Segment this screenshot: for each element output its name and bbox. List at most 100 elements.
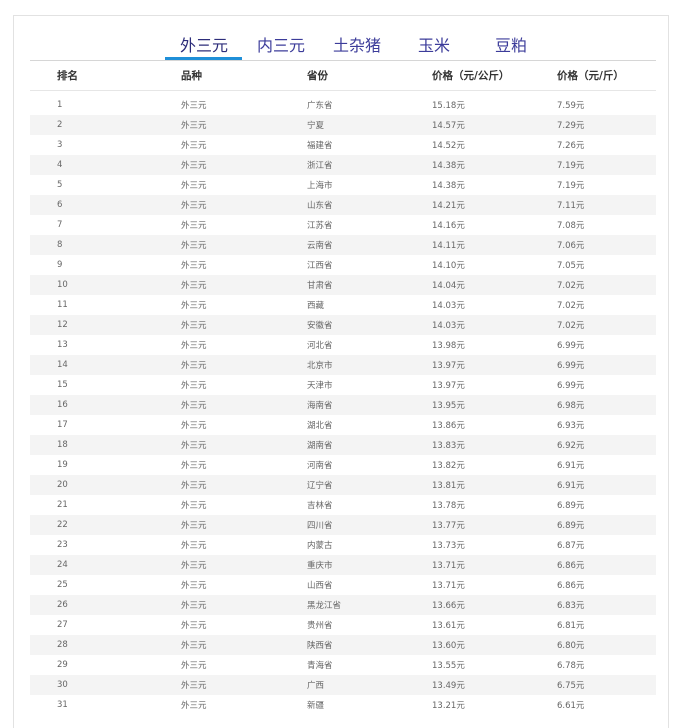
price-jin-cell: 6.91元 bbox=[557, 475, 656, 495]
table-row: 9 外三元 江西省 14.10元 7.05元 bbox=[30, 255, 656, 275]
rank-cell: 4 bbox=[30, 155, 181, 175]
province-cell: 湖南省 bbox=[307, 435, 432, 455]
header-price-per-kg: 价格（元/公斤） bbox=[432, 61, 557, 91]
variety-cell: 外三元 bbox=[181, 315, 307, 335]
table-row: 24 外三元 重庆市 13.71元 6.86元 bbox=[30, 555, 656, 575]
table-row: 27 外三元 贵州省 13.61元 6.81元 bbox=[30, 615, 656, 635]
variety-cell: 外三元 bbox=[181, 195, 307, 215]
table-row: 30 外三元 广西 13.49元 6.75元 bbox=[30, 675, 656, 695]
variety-cell: 外三元 bbox=[181, 415, 307, 435]
tab-wai-san-yuan[interactable]: 外三元 bbox=[180, 32, 228, 56]
rank-cell: 27 bbox=[30, 615, 181, 635]
price-jin-cell: 6.91元 bbox=[557, 455, 656, 475]
price-jin-cell: 7.19元 bbox=[557, 175, 656, 195]
variety-cell: 外三元 bbox=[181, 235, 307, 255]
province-cell: 河南省 bbox=[307, 455, 432, 475]
price-jin-cell: 6.89元 bbox=[557, 495, 656, 515]
province-cell: 海南省 bbox=[307, 395, 432, 415]
header-price-per-jin: 价格（元/斤） bbox=[557, 61, 656, 91]
price-kg-cell: 13.95元 bbox=[432, 395, 557, 415]
active-tab-indicator bbox=[165, 57, 242, 60]
rank-cell: 25 bbox=[30, 575, 181, 595]
price-kg-cell: 14.03元 bbox=[432, 295, 557, 315]
price-jin-cell: 6.98元 bbox=[557, 395, 656, 415]
rank-cell: 24 bbox=[30, 555, 181, 575]
variety-cell: 外三元 bbox=[181, 435, 307, 455]
table-row: 31 外三元 新疆 13.21元 6.61元 bbox=[30, 695, 656, 715]
price-jin-cell: 7.26元 bbox=[557, 135, 656, 155]
price-kg-cell: 15.18元 bbox=[432, 95, 557, 115]
price-kg-cell: 14.57元 bbox=[432, 115, 557, 135]
price-jin-cell: 7.19元 bbox=[557, 155, 656, 175]
province-cell: 云南省 bbox=[307, 235, 432, 255]
variety-cell: 外三元 bbox=[181, 115, 307, 135]
province-cell: 浙江省 bbox=[307, 155, 432, 175]
province-cell: 陕西省 bbox=[307, 635, 432, 655]
table-row: 25 外三元 山西省 13.71元 6.86元 bbox=[30, 575, 656, 595]
price-jin-cell: 6.61元 bbox=[557, 695, 656, 715]
price-kg-cell: 14.03元 bbox=[432, 315, 557, 335]
province-cell: 内蒙古 bbox=[307, 535, 432, 555]
variety-cell: 外三元 bbox=[181, 615, 307, 635]
header-province: 省份 bbox=[307, 61, 432, 91]
price-jin-cell: 6.86元 bbox=[557, 555, 656, 575]
rank-cell: 19 bbox=[30, 455, 181, 475]
header-variety: 品种 bbox=[181, 61, 307, 91]
variety-cell: 外三元 bbox=[181, 675, 307, 695]
price-kg-cell: 13.73元 bbox=[432, 535, 557, 555]
table-row: 1 外三元 广东省 15.18元 7.59元 bbox=[30, 95, 656, 115]
rank-cell: 17 bbox=[30, 415, 181, 435]
price-kg-cell: 13.86元 bbox=[432, 415, 557, 435]
price-jin-cell: 6.93元 bbox=[557, 415, 656, 435]
rank-cell: 5 bbox=[30, 175, 181, 195]
table-row: 17 外三元 湖北省 13.86元 6.93元 bbox=[30, 415, 656, 435]
tab-yu-mi[interactable]: 玉米 bbox=[418, 32, 450, 56]
province-cell: 贵州省 bbox=[307, 615, 432, 635]
province-cell: 四川省 bbox=[307, 515, 432, 535]
table-row: 10 外三元 甘肃省 14.04元 7.02元 bbox=[30, 275, 656, 295]
table-row: 6 外三元 山东省 14.21元 7.11元 bbox=[30, 195, 656, 215]
tab-dou-po[interactable]: 豆粕 bbox=[495, 32, 527, 56]
variety-cell: 外三元 bbox=[181, 535, 307, 555]
price-kg-cell: 14.38元 bbox=[432, 175, 557, 195]
tab-tu-za-zhu[interactable]: 土杂猪 bbox=[333, 32, 381, 56]
rank-cell: 18 bbox=[30, 435, 181, 455]
variety-cell: 外三元 bbox=[181, 155, 307, 175]
price-jin-cell: 7.29元 bbox=[557, 115, 656, 135]
rank-cell: 6 bbox=[30, 195, 181, 215]
rank-cell: 28 bbox=[30, 635, 181, 655]
price-jin-cell: 7.08元 bbox=[557, 215, 656, 235]
price-jin-cell: 6.99元 bbox=[557, 335, 656, 355]
price-jin-cell: 7.02元 bbox=[557, 275, 656, 295]
rank-cell: 10 bbox=[30, 275, 181, 295]
province-cell: 吉林省 bbox=[307, 495, 432, 515]
price-kg-cell: 13.61元 bbox=[432, 615, 557, 635]
table-row: 15 外三元 天津市 13.97元 6.99元 bbox=[30, 375, 656, 395]
price-kg-cell: 13.83元 bbox=[432, 435, 557, 455]
table-row: 13 外三元 河北省 13.98元 6.99元 bbox=[30, 335, 656, 355]
price-jin-cell: 6.99元 bbox=[557, 375, 656, 395]
province-cell: 天津市 bbox=[307, 375, 432, 395]
price-kg-cell: 14.52元 bbox=[432, 135, 557, 155]
rank-cell: 3 bbox=[30, 135, 181, 155]
price-jin-cell: 7.05元 bbox=[557, 255, 656, 275]
tab-nei-san-yuan[interactable]: 内三元 bbox=[257, 32, 305, 56]
variety-cell: 外三元 bbox=[181, 295, 307, 315]
variety-cell: 外三元 bbox=[181, 695, 307, 715]
variety-cell: 外三元 bbox=[181, 555, 307, 575]
table-row: 20 外三元 辽宁省 13.81元 6.91元 bbox=[30, 475, 656, 495]
price-kg-cell: 14.04元 bbox=[432, 275, 557, 295]
province-cell: 山东省 bbox=[307, 195, 432, 215]
price-kg-cell: 14.10元 bbox=[432, 255, 557, 275]
price-kg-cell: 14.38元 bbox=[432, 155, 557, 175]
rank-cell: 15 bbox=[30, 375, 181, 395]
table-row: 29 外三元 青海省 13.55元 6.78元 bbox=[30, 655, 656, 675]
table-row: 19 外三元 河南省 13.82元 6.91元 bbox=[30, 455, 656, 475]
table-row: 26 外三元 黑龙江省 13.66元 6.83元 bbox=[30, 595, 656, 615]
variety-cell: 外三元 bbox=[181, 635, 307, 655]
price-kg-cell: 13.97元 bbox=[432, 355, 557, 375]
variety-cell: 外三元 bbox=[181, 215, 307, 235]
price-jin-cell: 7.02元 bbox=[557, 295, 656, 315]
price-table: 排名 品种 省份 价格（元/公斤） 价格（元/斤） 1 外三元 广东省 15.18元 7… bbox=[30, 61, 656, 715]
rank-cell: 1 bbox=[30, 95, 181, 115]
